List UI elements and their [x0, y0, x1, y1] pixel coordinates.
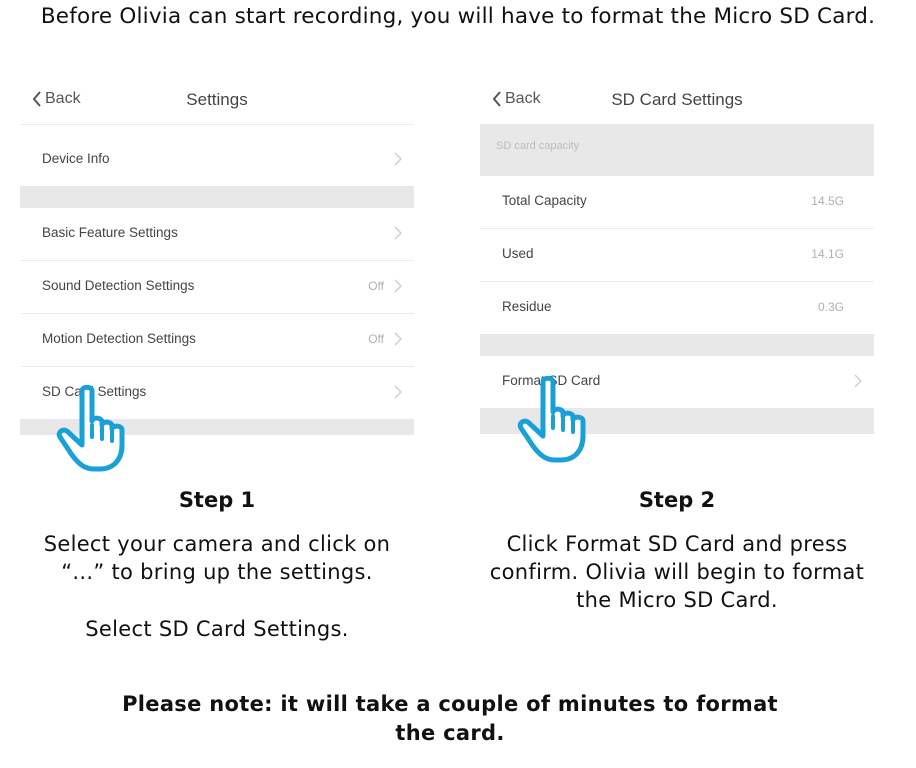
note-line: Please note: it will take a couple of mi…	[122, 692, 778, 716]
note-line: the card.	[395, 721, 505, 745]
settings-screen: Back Settings Device Info Basic Feature …	[20, 78, 414, 436]
settings-item-label: Motion Detection Settings	[42, 331, 196, 346]
chevron-right-icon	[394, 226, 402, 240]
capacity-item-residue: Residue 0.3G	[480, 282, 874, 335]
step-2-line: confirm. Olivia will begin to format	[489, 560, 865, 584]
settings-item-value: Off	[368, 279, 384, 293]
chevron-right-icon	[394, 279, 402, 293]
capacity-item-label: Residue	[502, 299, 552, 314]
pointing-hand-icon	[56, 385, 125, 472]
capacity-item-value: 14.5G	[811, 194, 844, 208]
settings-item-device-info[interactable]: Device Info	[20, 134, 414, 187]
nav-bar: Back SD Card Settings	[480, 78, 874, 124]
screen-title: Settings	[186, 90, 248, 109]
step-2-title: Step 2	[638, 488, 716, 512]
step-1-text-secondary: Select SD Card Settings.	[85, 617, 349, 641]
step-1-line: “...” to bring up the settings.	[61, 560, 373, 584]
section-header: SD card capacity	[480, 124, 874, 176]
capacity-item-value: 14.1G	[811, 247, 844, 261]
step-1-line: Select your camera and click on	[43, 532, 391, 556]
capacity-item-label: Used	[502, 246, 534, 261]
capacity-item-label: Total Capacity	[502, 193, 587, 208]
format-time-note: Please note: it will take a couple of mi…	[60, 690, 840, 748]
settings-item-motion-detection[interactable]: Motion Detection Settings Off	[20, 314, 414, 367]
step-1-text: Select your camera and click on “...” to…	[4, 530, 430, 586]
pointing-hand-icon	[517, 376, 586, 463]
settings-item-basic-feature[interactable]: Basic Feature Settings	[20, 208, 414, 261]
capacity-item-total: Total Capacity 14.5G	[480, 176, 874, 229]
nav-bar: Back Settings	[20, 78, 414, 125]
chevron-right-icon	[394, 332, 402, 346]
settings-item-label: Sound Detection Settings	[42, 278, 195, 293]
step-1-title: Step 1	[178, 488, 256, 512]
chevron-right-icon	[394, 385, 402, 399]
chevron-right-icon	[854, 374, 862, 388]
step-2-line: Click Format SD Card and press	[506, 532, 848, 556]
step-2-text: Click Format SD Card and press confirm. …	[452, 530, 902, 614]
screen-title: SD Card Settings	[611, 90, 743, 109]
section-divider	[20, 186, 414, 208]
capacity-item-value: 0.3G	[817, 300, 844, 314]
capacity-item-used: Used 14.1G	[480, 229, 874, 282]
section-header-label: SD card capacity	[496, 140, 580, 152]
section-divider	[480, 334, 874, 356]
chevron-right-icon	[394, 152, 402, 166]
settings-item-sound-detection[interactable]: Sound Detection Settings Off	[20, 261, 414, 314]
settings-item-label: Basic Feature Settings	[42, 225, 178, 240]
settings-item-value: Off	[368, 332, 384, 346]
intro-text: Before Olivia can start recording, you w…	[40, 4, 876, 29]
step-2-line: the Micro SD Card.	[576, 588, 778, 612]
settings-item-label: Device Info	[42, 151, 110, 166]
